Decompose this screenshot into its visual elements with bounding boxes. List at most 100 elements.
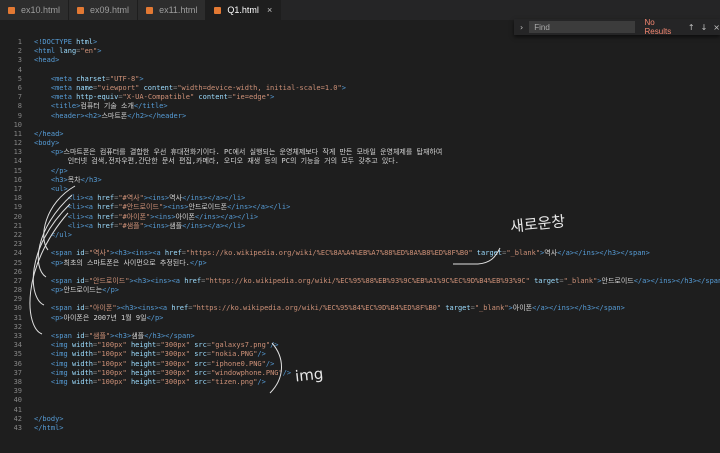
code-area[interactable]: <!DOCTYPE html> <html lang="en"> <head> <m… <box>34 38 720 433</box>
code-token: 스마트폰 <box>101 111 128 120</box>
code-line[interactable]: <img width="100px" height="300px" src="w… <box>34 369 720 378</box>
code-line[interactable]: <meta name="viewport" content="width=dev… <box>34 84 720 93</box>
code-token: ><ins> <box>143 221 170 230</box>
code-token: <html <box>34 47 60 56</box>
chevron-right-icon[interactable]: › <box>520 23 523 32</box>
code-token: <li><a <box>67 203 98 212</box>
code-line[interactable]: <img width="100px" height="300px" src="t… <box>34 378 720 387</box>
code-token: ><h3><ins><a <box>129 276 185 285</box>
code-token: "UTF-8" <box>109 74 140 83</box>
tab-label: ex10.html <box>21 5 61 15</box>
close-icon[interactable]: × <box>267 5 272 15</box>
tab-label: ex09.html <box>90 5 130 15</box>
tab-ex11[interactable]: ex11.html <box>138 0 207 20</box>
code-token: /> <box>257 350 266 359</box>
code-token: > <box>93 38 98 46</box>
code-line[interactable]: <!DOCTYPE html> <box>34 38 720 47</box>
code-line[interactable]: <head> <box>34 56 720 65</box>
code-line[interactable]: </p> <box>34 167 720 176</box>
line-number: 16 <box>13 175 22 184</box>
line-number: 11 <box>13 129 22 138</box>
code-line[interactable]: <ul> <box>34 185 720 194</box>
code-token: "https://ko.wikipedia.org/wiki/%EC%95%84… <box>192 304 446 313</box>
code-line[interactable]: <li><a href="#아이폰"><ins>아이폰</ins></a></l… <box>34 213 720 222</box>
arrow-up-icon[interactable]: ↑ <box>688 23 695 32</box>
code-line[interactable] <box>34 406 720 415</box>
code-line[interactable] <box>34 268 720 277</box>
code-line[interactable]: <li><a href="#역사"><ins>역사</ins></a></li> <box>34 194 720 203</box>
code-token: height <box>130 350 157 359</box>
code-line[interactable] <box>34 396 720 405</box>
code-line[interactable] <box>34 323 720 332</box>
code-line[interactable]: </head> <box>34 130 720 139</box>
code-token: <span <box>50 249 77 258</box>
code-token: </a></ins></h3></span> <box>557 249 650 258</box>
code-line[interactable] <box>34 121 720 130</box>
line-number: 41 <box>13 405 22 414</box>
code-token: <h3> <box>50 175 68 184</box>
code-line[interactable] <box>34 66 720 75</box>
code-token: charset <box>76 74 106 83</box>
code-line[interactable]: <p>안드로이드는</p> <box>34 286 720 295</box>
code-token: href <box>184 276 202 285</box>
code-line[interactable]: <li><a href="#샘플"><ins>샘플</ins></a></li> <box>34 222 720 231</box>
code-line[interactable]: <h3>목차</h3> <box>34 176 720 185</box>
find-result: No Results <box>644 18 672 36</box>
code-line[interactable]: <meta http-equiv="X-UA-Compatible" conte… <box>34 93 720 102</box>
line-number: 20 <box>13 212 22 221</box>
code-token: </a></ins></h3></span> <box>532 304 625 313</box>
code-token: html <box>76 38 94 46</box>
code-line[interactable]: <span id="아이폰"><h3><ins><a href="https:/… <box>34 304 720 313</box>
code-line[interactable]: <meta charset="UTF-8"> <box>34 75 720 84</box>
line-number: 12 <box>13 139 22 148</box>
code-line[interactable]: 인터넷 검색,전자우편,간단한 문서 편집,카메라, 오디오 재생 등의 PC의… <box>34 157 720 166</box>
code-line[interactable] <box>34 387 720 396</box>
code-line[interactable]: <img width="100px" height="300px" src="g… <box>34 341 720 350</box>
code-line[interactable]: <span id="샘플"><h3>샘플</h3></span> <box>34 332 720 341</box>
code-token: target <box>476 249 503 258</box>
html-file-icon <box>77 6 85 14</box>
find-input[interactable]: Find <box>529 21 635 33</box>
tab-ex10[interactable]: ex10.html <box>0 0 70 20</box>
line-number: 17 <box>13 185 22 193</box>
close-find-icon[interactable]: × <box>713 23 720 32</box>
code-line[interactable]: <body> <box>34 139 720 148</box>
code-line[interactable]: </html> <box>34 424 720 433</box>
line-number: 6 <box>17 83 22 92</box>
line-number: 2 <box>17 47 22 56</box>
code-line[interactable]: <header><h2>스마트폰</h2></header> <box>34 112 720 121</box>
code-token: "100px" <box>97 377 131 386</box>
code-editor[interactable]: 1 2 3 4 5 6 7 8 9 10 11 12 13 14 15 16 17 18 19 20 21 22 23 24 2… <box>0 38 720 453</box>
arrow-down-icon[interactable]: ↓ <box>701 23 708 32</box>
code-token: > <box>270 93 275 102</box>
code-line[interactable]: </ul> <box>34 231 720 240</box>
code-line[interactable] <box>34 240 720 249</box>
code-line[interactable]: <p>아이폰은 2007년 1월 9일</p> <box>34 314 720 323</box>
line-number: 42 <box>13 414 22 423</box>
code-line[interactable]: <img width="100px" height="300px" src="n… <box>34 350 720 359</box>
code-line[interactable]: <title>컴퓨터 기술 소개</title> <box>34 102 720 111</box>
tab-q1[interactable]: Q1.html × <box>206 0 282 20</box>
code-token: ><h3><ins><a <box>116 304 172 313</box>
code-line[interactable]: <span id="안드로이드"><h3><ins><a href="https… <box>34 277 720 286</box>
code-line[interactable]: <span id="역사"><h3><ins><a href="https://… <box>34 249 720 258</box>
tab-ex09[interactable]: ex09.html <box>69 0 139 20</box>
code-token: "#샘플" <box>118 221 144 230</box>
line-number: 36 <box>13 359 22 368</box>
code-line[interactable]: </body> <box>34 415 720 424</box>
line-number: 29 <box>13 295 22 304</box>
line-number: 1 <box>17 38 22 46</box>
code-line[interactable]: <img width="100px" height="300px" src="i… <box>34 360 720 369</box>
code-token: <ul> <box>50 185 68 193</box>
code-line[interactable]: <html lang="en"> <box>34 47 720 56</box>
code-line[interactable]: <p>최초의 스마트폰은 사이먼으로 추정된다.</p> <box>34 259 720 268</box>
code-token: "300px" <box>160 359 195 368</box>
code-line[interactable]: <li><a href="#안드로이드"><ins>안드로이드폰</ins></… <box>34 203 720 212</box>
line-number: 35 <box>13 350 22 359</box>
